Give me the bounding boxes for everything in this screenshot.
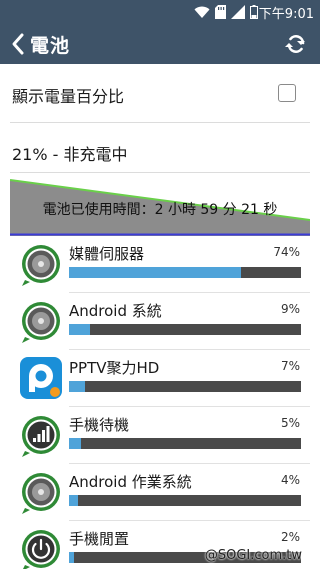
battery-icon [250, 5, 258, 19]
usage-bar-fill [69, 438, 81, 449]
page-title: 電池 [30, 35, 71, 57]
app-name: 手機閒置 [69, 530, 130, 548]
clock: 下午9:01 [258, 7, 314, 22]
app-percent: 74% [273, 245, 300, 259]
media-server-icon [22, 245, 60, 286]
app-name: PPTV聚力HD [69, 359, 160, 377]
app-percent: 2% [280, 530, 300, 544]
show-percent-setting[interactable]: 顯示電量百分比 [0, 64, 320, 122]
usage-bar [69, 495, 301, 506]
list-item[interactable]: Android 系統 9% [0, 293, 320, 350]
show-percent-checkbox[interactable] [278, 84, 296, 102]
wifi-icon [194, 6, 210, 18]
status-bar: 下午9:01 [0, 0, 320, 24]
usage-bar-fill [69, 381, 86, 392]
list-item[interactable]: Android 作業系統 4% [0, 464, 320, 521]
android-system-icon [22, 302, 60, 343]
status-icons [194, 4, 258, 20]
usage-bar [69, 267, 301, 278]
show-percent-label: 顯示電量百分比 [12, 87, 125, 106]
usage-bar-fill [69, 495, 79, 506]
usage-bar [69, 438, 301, 449]
usage-bar-fill [69, 552, 74, 563]
list-item[interactable]: PPTV聚力HD 7% [0, 350, 320, 407]
app-name: Android 作業系統 [69, 473, 192, 491]
app-percent: 5% [280, 416, 300, 430]
usage-bar [69, 324, 301, 335]
pptv-app-icon [20, 357, 62, 399]
signal-icon [231, 5, 245, 19]
app-percent: 7% [280, 359, 300, 373]
cell-standby-icon [22, 416, 60, 457]
back-chevron-icon[interactable] [8, 31, 30, 57]
sd-card-icon [215, 5, 226, 19]
watermark: @SOGI.com.tw [204, 548, 302, 563]
android-os-icon [22, 473, 60, 514]
usage-bar [69, 381, 301, 392]
battery-status-text: 21% - 非充電中 [12, 145, 128, 164]
app-bar: 電池 [0, 24, 320, 64]
list-item[interactable]: 手機待機 5% [0, 407, 320, 464]
usage-bar-fill [69, 267, 241, 278]
battery-usage-time: 電池已使用時間：2 小時 59 分 21 秒 [42, 202, 278, 218]
refresh-icon[interactable] [284, 32, 308, 56]
phone-idle-icon [22, 530, 60, 569]
app-name: Android 系統 [69, 302, 162, 320]
app-percent: 4% [280, 473, 300, 487]
list-item[interactable]: 媒體伺服器 74% [0, 236, 320, 293]
divider [10, 172, 310, 173]
usage-bar-fill [69, 324, 90, 335]
app-name: 手機待機 [69, 416, 130, 434]
app-name: 媒體伺服器 [69, 245, 145, 263]
app-percent: 9% [280, 302, 300, 316]
divider [10, 122, 310, 123]
